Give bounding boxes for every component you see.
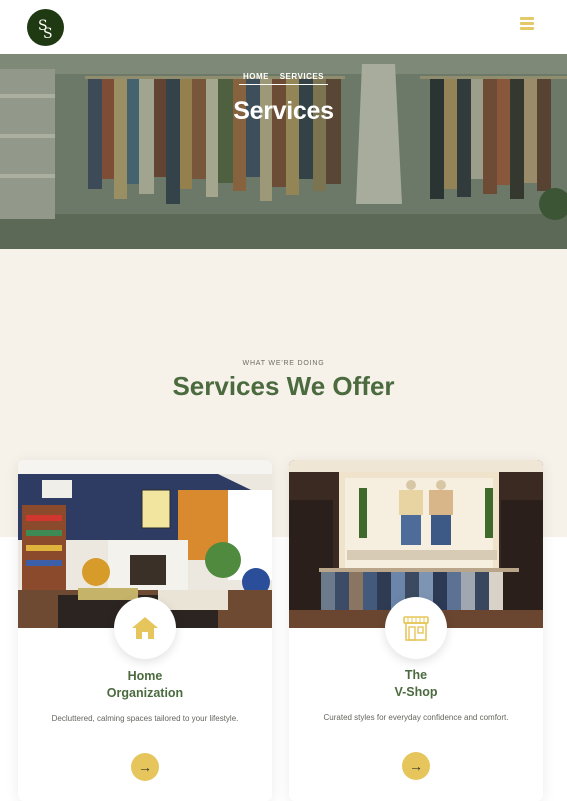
storefront-icon xyxy=(385,597,447,659)
card-title-line: Home xyxy=(127,669,163,683)
breadcrumb: HOME SERVICES xyxy=(0,72,567,139)
site-header: S S xyxy=(0,0,567,54)
card-description: Curated styles for everyday confidence a… xyxy=(323,713,509,722)
card-description: Decluttered, calming spaces tailored to … xyxy=(51,714,239,723)
card-title-line: V-Shop xyxy=(394,685,438,699)
breadcrumb-current: SERVICES xyxy=(279,72,325,81)
hamburger-menu-icon[interactable] xyxy=(518,16,538,34)
service-card-the-v-shop[interactable]: The V-Shop Curated styles for everyday c… xyxy=(289,460,543,801)
section-eyebrow: WHAT WE'RE DOING xyxy=(242,360,325,367)
arrow-right-icon[interactable]: → xyxy=(131,753,159,781)
card-title: The V-Shop xyxy=(289,667,543,701)
house-icon xyxy=(114,597,176,659)
ss-logo-icon[interactable]: S S xyxy=(27,9,64,46)
card-title: Home Organization xyxy=(18,668,272,702)
card-title-line: The xyxy=(404,668,428,682)
card-title-line: Organization xyxy=(106,686,184,700)
service-card-home-organization[interactable]: Home Organization Decluttered, calming s… xyxy=(18,460,272,801)
section-title: Services We Offer xyxy=(172,371,395,401)
arrow-right-icon[interactable]: → xyxy=(402,752,430,780)
svg-text:S: S xyxy=(43,26,53,41)
breadcrumb-home-link[interactable]: HOME xyxy=(243,72,269,81)
page-title: Services xyxy=(233,97,334,125)
